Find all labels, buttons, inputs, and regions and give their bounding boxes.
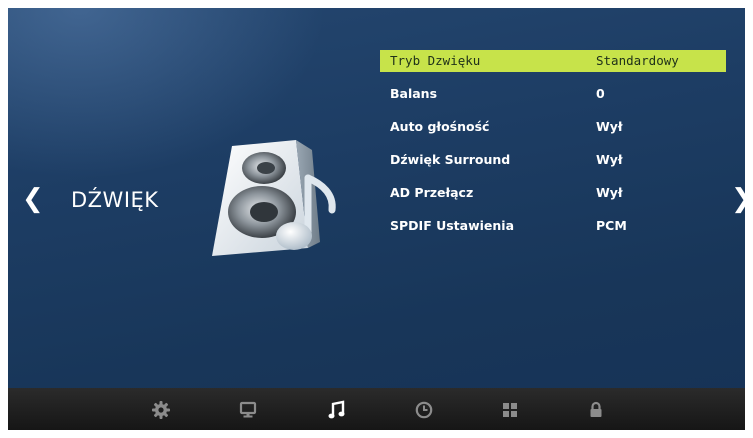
menu-item-value: PCM [596, 218, 627, 233]
chevron-right-icon[interactable]: ❯ [731, 186, 745, 212]
menu-item-sound-mode[interactable]: Tryb Dzwięku Standardowy [380, 50, 726, 72]
menu-item-value: 0 [596, 86, 605, 101]
menu-item-label: Dźwięk Surround [390, 152, 511, 167]
menu-item-label: Balans [390, 86, 438, 101]
music-icon[interactable] [327, 400, 347, 420]
menu-item-label: AD Przełącz [390, 185, 474, 200]
menu-item-value: Wył [596, 152, 623, 167]
bottom-nav-bar [8, 388, 745, 430]
menu-item-auto-volume[interactable]: Auto głośność Wył [380, 116, 726, 138]
sound-settings-menu: Tryb Dzwięku Standardowy Balans 0 Auto g… [380, 50, 726, 248]
section-title: DŹWIĘK [71, 188, 159, 212]
menu-item-label: Auto głośność [390, 119, 490, 134]
grid-icon[interactable] [500, 400, 520, 420]
menu-item-surround[interactable]: Dźwięk Surround Wył [380, 149, 726, 171]
lock-icon[interactable] [586, 400, 606, 420]
tv-menu-screen: ❮ ❯ DŹWIĘK [8, 8, 745, 430]
menu-item-label: Tryb Dzwięku [390, 53, 481, 68]
clock-icon[interactable] [414, 400, 434, 420]
menu-item-spdif[interactable]: SPDIF Ustawienia PCM [380, 215, 726, 237]
menu-item-value: Wył [596, 185, 623, 200]
menu-item-value: Wył [596, 119, 623, 134]
monitor-icon[interactable] [238, 400, 258, 420]
menu-item-label: SPDIF Ustawienia [390, 218, 515, 233]
menu-item-balance[interactable]: Balans 0 [380, 83, 726, 105]
chevron-left-icon[interactable]: ❮ [22, 186, 44, 212]
menu-item-value: Standardowy [596, 53, 679, 68]
menu-item-ad-switch[interactable]: AD Przełącz Wył [380, 182, 726, 204]
gear-icon[interactable] [151, 400, 171, 420]
speaker-music-icon [204, 138, 344, 268]
